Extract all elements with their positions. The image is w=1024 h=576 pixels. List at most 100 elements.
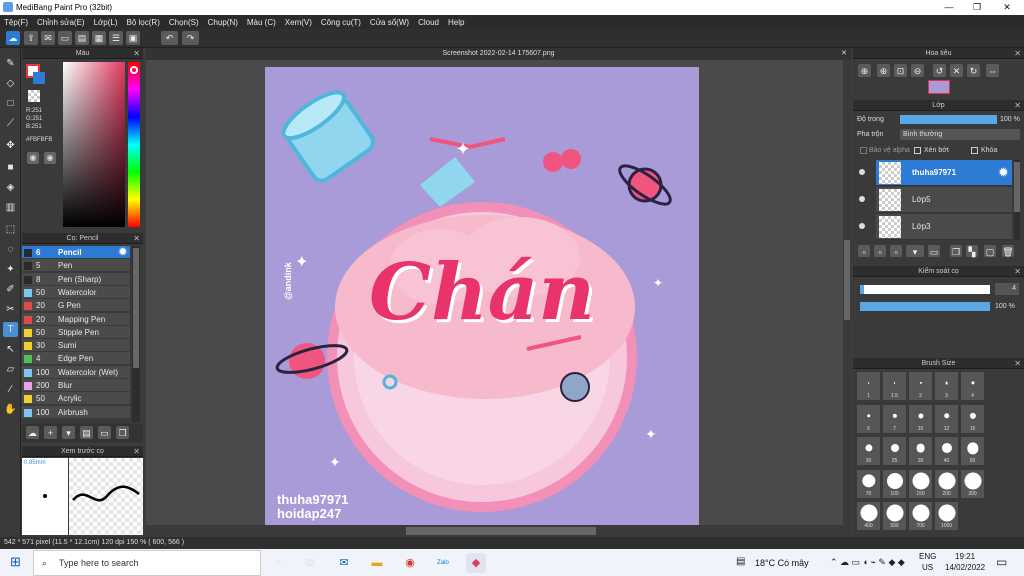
menu-tools[interactable]: Công cụ(T) (321, 18, 361, 27)
menu-snap[interactable]: Chụp(N) (208, 18, 238, 27)
layer-folder-icon[interactable]: ▭ (928, 245, 940, 257)
brush-size-cell[interactable]: 1000 (934, 501, 959, 531)
lasso-tool-icon[interactable]: ◌ (3, 242, 18, 257)
vscroll-thumb[interactable] (844, 240, 850, 320)
rotate-left-icon[interactable]: ↺ (933, 64, 946, 77)
new-8bit-layer-icon[interactable]: ▫ (890, 245, 902, 257)
brush-size-cell[interactable]: 300 (960, 468, 985, 499)
hand-tool-icon[interactable]: ✋ (3, 402, 18, 417)
shape-tool-icon[interactable]: ■ (3, 160, 18, 175)
rect-tool-icon[interactable]: □ (3, 96, 18, 111)
delete-layer-icon[interactable]: 🗑 (1002, 245, 1014, 257)
cloud-icon[interactable]: ☁ (6, 31, 20, 45)
panel-close-icon[interactable]: ✕ (133, 446, 140, 457)
layer-row[interactable]: thuha97971 ✹ (876, 160, 1012, 186)
layer-settings-icon[interactable]: ✹ (999, 160, 1008, 186)
weather-icon[interactable]: ▤ (736, 556, 745, 567)
navigator-thumbnail[interactable] (928, 80, 950, 94)
cortana-icon[interactable]: ○ (268, 553, 288, 573)
language-2[interactable]: US (922, 563, 933, 572)
hue-slider[interactable] (128, 62, 140, 227)
menu-edit[interactable]: Chỉnh sửa(E) (37, 18, 85, 27)
undo-icon[interactable]: ↶ (161, 31, 178, 45)
brush-size-cell[interactable]: 700 (908, 501, 933, 531)
brush-copy-icon[interactable]: ❐ (116, 426, 129, 439)
menu-layer[interactable]: Lớp(L) (94, 18, 118, 27)
brush-size-cell[interactable]: 7 (882, 403, 907, 434)
redo-icon[interactable]: ↷ (182, 31, 199, 45)
zoom-in-icon[interactable]: ⊕ (858, 64, 871, 77)
sub-color-swatch[interactable] (33, 72, 45, 84)
menu-cloud[interactable]: Cloud (418, 18, 439, 27)
transparent-swatch[interactable] (28, 90, 40, 102)
brush-menu-icon[interactable]: ▾ (62, 426, 75, 439)
hue-handle[interactable] (130, 66, 138, 74)
protect-alpha-checkbox[interactable] (860, 147, 867, 154)
menu-help[interactable]: Help (448, 18, 464, 27)
brush-list-item[interactable]: 100 Airbrush (22, 405, 130, 419)
layer-row[interactable]: Lớp5 (876, 187, 1012, 213)
brush-size-cell[interactable]: 50 (960, 436, 985, 466)
menu-select[interactable]: Chọn(S) (169, 18, 199, 27)
move-tool-icon[interactable]: ✥ (3, 138, 18, 153)
comment-icon[interactable]: ✉ (41, 31, 55, 45)
brush-size-field[interactable]: 4 (995, 283, 1019, 295)
brush-list-item[interactable]: 6 Pencil ✹ (22, 246, 130, 259)
brush-opacity-slider[interactable] (860, 302, 990, 311)
brush-size-cell[interactable]: 150 (908, 468, 933, 499)
document-tab[interactable]: Screenshot 2022-02-14 175607.png ✕ (146, 48, 851, 60)
layer-row[interactable]: Lớp3 (876, 214, 1012, 240)
brush-size-cell[interactable]: 1.5 (882, 371, 907, 401)
brush-size-cell[interactable]: 100 (882, 468, 907, 499)
mail-icon[interactable]: ✉ (334, 553, 354, 573)
panel-close-icon[interactable]: ✕ (1014, 358, 1021, 369)
speech-icon[interactable]: ▭ (58, 31, 72, 45)
divide-tool-icon[interactable]: ▱ (3, 362, 18, 377)
chrome-icon[interactable]: ◉ (400, 553, 420, 573)
layer-opacity-slider[interactable] (900, 115, 997, 124)
brush-settings-icon[interactable]: ✹ (119, 246, 127, 259)
menu-file[interactable]: Tệp(F) (4, 18, 28, 27)
new-layer-icon[interactable]: ▫ (858, 245, 870, 257)
menu-color[interactable]: Màu (C) (247, 18, 276, 27)
canvas-vertical-scrollbar[interactable] (843, 60, 851, 537)
brush-size-cell[interactable]: 30 (908, 436, 933, 466)
grid-icon[interactable]: ▦ (92, 31, 106, 45)
brush-size-cell[interactable]: 2 (908, 371, 933, 401)
page-icon[interactable]: ▤ (75, 31, 89, 45)
new-halftone-layer-icon[interactable]: ▫ (874, 245, 886, 257)
tray-icons[interactable]: ⌃ ☁ ▭ ◖ ⌁ ✎ ◆ ◆ (830, 557, 905, 568)
palette-icon[interactable]: ◉ (27, 152, 39, 164)
eyedropper-icon[interactable]: ⁄ (3, 382, 18, 397)
wand-tool-icon[interactable]: ✦ (3, 262, 18, 277)
panel-close-icon[interactable]: ✕ (1014, 48, 1021, 59)
hscroll-thumb[interactable] (406, 527, 596, 535)
canvas-artwork[interactable]: ✦ ✦ ✦ ✦ ✦ Chán @andink thuha97971 hoidap… (265, 67, 699, 525)
bucket-tool-icon[interactable]: ◈ (3, 180, 18, 195)
windows-start-icon[interactable]: ⊞ (10, 555, 24, 569)
weather-text[interactable]: 18°C Có mây (755, 558, 809, 568)
operation-tool-icon[interactable]: ↖ (3, 342, 18, 357)
panel-close-icon[interactable]: ✕ (133, 233, 140, 244)
brush-list-item[interactable]: 50 Watercolor (22, 285, 130, 299)
brush-scrollbar[interactable] (132, 246, 140, 422)
brush-list-item[interactable]: 20 G Pen (22, 299, 130, 313)
brush-cloud-icon[interactable]: ☁ (26, 426, 39, 439)
zoom-in-2-icon[interactable]: ⊕ (877, 64, 890, 77)
brush-size-cell[interactable]: 200 (934, 468, 959, 499)
line-tool-icon[interactable]: ⟋ (3, 116, 18, 131)
menu-view[interactable]: Xem(V) (285, 18, 312, 27)
layer-visibility-icon[interactable] (859, 169, 865, 175)
clear-layer-icon[interactable]: ▢ (984, 245, 996, 257)
brush-size-cell[interactable]: 500 (882, 501, 907, 531)
eraser-tool-icon[interactable]: ◇ (3, 76, 18, 91)
brush-size-cell[interactable]: 70 (856, 468, 881, 499)
clock-date[interactable]: 14/02/2022 (945, 563, 985, 572)
merge-layer-icon[interactable]: ▚ (966, 245, 978, 257)
brush-size-cell[interactable]: 40 (934, 436, 959, 466)
layer-visibility-icon[interactable] (859, 223, 865, 229)
brush-list-item[interactable]: 8 Pen (Sharp) (22, 272, 130, 286)
brush-size-cell[interactable]: 10 (908, 403, 933, 434)
maximize-button[interactable]: ❐ (962, 0, 992, 15)
brush-list-item[interactable]: 100 Watercolor (Wet) (22, 365, 130, 379)
